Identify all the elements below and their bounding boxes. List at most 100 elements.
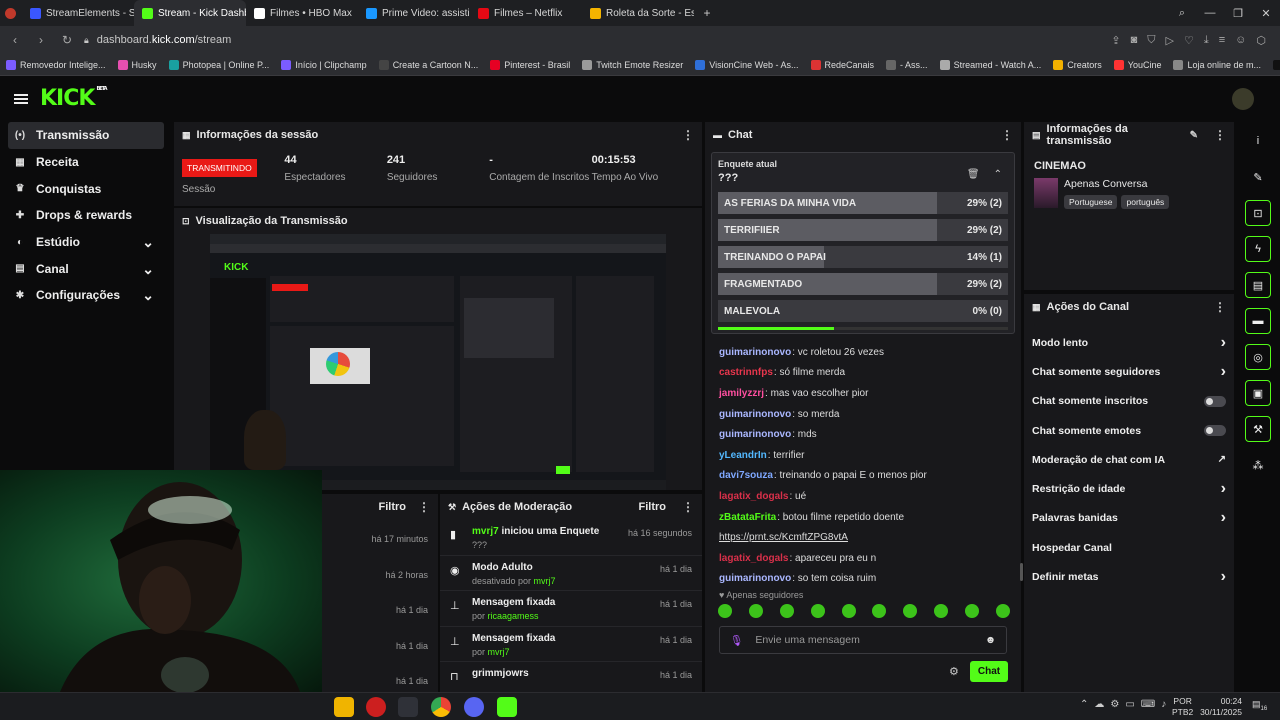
language-indicator[interactable]: POR PTB2: [1172, 696, 1193, 718]
maximize-button[interactable]: ❐: [1224, 0, 1252, 26]
chat-scrollbar[interactable]: [1020, 563, 1023, 581]
chat-send-button[interactable]: Chat: [970, 661, 1008, 682]
download-icon[interactable]: ⤓: [1204, 34, 1209, 47]
sidebar-item[interactable]: ▦ Receita: [0, 149, 164, 176]
reload-button[interactable]: ↻: [58, 33, 76, 47]
play-icon[interactable]: ▷: [1166, 34, 1174, 47]
collapse-poll-icon[interactable]: ⌃: [994, 169, 1002, 180]
share-page-icon[interactable]: ⇪: [1111, 34, 1120, 47]
capcut-icon[interactable]: [398, 697, 418, 717]
discord-icon[interactable]: [464, 697, 484, 717]
browser-tab[interactable]: StreamElements - Son: [22, 0, 134, 26]
broadcast-icon[interactable]: ◎: [1245, 344, 1271, 370]
edit-icon[interactable]: ✎: [1190, 130, 1198, 141]
microphone-icon[interactable]: 🎙︎: [730, 634, 743, 647]
document-icon[interactable]: ▤: [1245, 272, 1271, 298]
back-button[interactable]: ‹: [6, 33, 24, 47]
hamburger-menu-icon[interactable]: [14, 94, 28, 104]
channel-action-item[interactable]: Chat somente inscritos: [1024, 387, 1234, 416]
session-menu-icon[interactable]: ⋮: [682, 128, 694, 142]
sidebar-item[interactable]: ✚ Drops & rewards: [0, 202, 164, 229]
forward-button[interactable]: ›: [32, 33, 50, 47]
user-avatar[interactable]: [1232, 88, 1254, 110]
system-tray-icons[interactable]: ⌃☁⚙▭⌨♪: [1080, 699, 1172, 710]
new-tab-button[interactable]: +: [700, 6, 714, 20]
chrome-icon[interactable]: [431, 697, 451, 717]
emote-icon[interactable]: [718, 604, 732, 618]
chat-username[interactable]: jamilyzzrj: [719, 388, 764, 399]
sidebar-item[interactable]: (•) Transmissão: [8, 122, 164, 149]
sidebar-item[interactable]: ◐ Estúdio ⌄: [0, 229, 164, 256]
shield-icon[interactable]: ⛉: [1147, 34, 1155, 47]
emote-icon[interactable]: [810, 604, 825, 618]
bookmark-item[interactable]: Creators: [1053, 59, 1102, 70]
bookmark-item[interactable]: Removedor Intelige...: [6, 59, 106, 70]
chat-username[interactable]: lagatix_dogals: [719, 491, 788, 502]
emote-icon[interactable]: [903, 604, 918, 618]
chat-username[interactable]: zBatataFrita: [719, 512, 776, 523]
bolt-icon[interactable]: ϟ: [1245, 236, 1271, 262]
bookmark-item[interactable]: Início | Clipchamp: [281, 59, 367, 70]
emote-icon[interactable]: [872, 604, 887, 618]
stream-category[interactable]: Apenas Conversa: [1064, 178, 1173, 190]
browser-tab[interactable]: Stream - Kick Dashboard: [134, 0, 246, 26]
moderator-name[interactable]: mvrj7: [472, 526, 499, 537]
channel-action-item[interactable]: Chat somente emotes: [1024, 416, 1234, 445]
stream-info-menu-icon[interactable]: ⋮: [1214, 128, 1226, 142]
emoji-icon[interactable]: ☻: [985, 634, 996, 646]
moderation-filter-button[interactable]: Filtro: [639, 501, 667, 513]
extension-icon[interactable]: ⬡: [1256, 34, 1266, 47]
browser-tab[interactable]: Roleta da Sorte - Escolha: [582, 0, 694, 26]
bookmark-item[interactable]: Pinterest - Brasil: [490, 59, 570, 70]
emote-icon[interactable]: [934, 604, 949, 618]
chat-username[interactable]: guimarinonovo: [719, 573, 791, 584]
close-window-button[interactable]: ✕: [1252, 0, 1280, 26]
notification-center[interactable]: ▤16: [1252, 699, 1267, 712]
browser-tab[interactable]: Filmes – Netflix: [470, 0, 582, 26]
layers-icon[interactable]: ▣: [1245, 380, 1271, 406]
channel-action-item[interactable]: Moderação de chat com IA ↗: [1024, 445, 1234, 474]
channel-action-item[interactable]: Hospedar Canal: [1024, 533, 1234, 562]
modlist-menu-icon[interactable]: ⋮: [418, 500, 430, 514]
sidebar-item[interactable]: ♛ Conquistas: [0, 175, 164, 202]
browser-tab[interactable]: Filmes • HBO Max: [246, 0, 358, 26]
bookmark-item[interactable]: Meu sonho de infân...: [1273, 59, 1280, 70]
toggle-switch[interactable]: [1204, 425, 1226, 437]
wrench-icon[interactable]: ⚒: [1245, 416, 1271, 442]
browser-tab[interactable]: Prime Video: assistir, alug: [358, 0, 470, 26]
bookmark-item[interactable]: Husky: [117, 59, 157, 70]
moderation-row[interactable]: ⊥ Mensagem fixada por mvrj7 há 1 dia: [440, 627, 702, 663]
menu-icon[interactable]: ≡: [1219, 34, 1225, 47]
info-icon[interactable]: i: [1245, 128, 1271, 154]
chat-username[interactable]: guimarinonovo: [719, 409, 791, 420]
file-explorer-icon[interactable]: [334, 697, 354, 717]
kick-app-icon[interactable]: [497, 697, 517, 717]
bookmark-item[interactable]: Photopea | Online P...: [168, 59, 269, 70]
search-tabs-icon[interactable]: ⌕: [1168, 0, 1196, 26]
url-field[interactable]: 🔒︎ dashboard.kick.com/stream: [84, 34, 1103, 46]
stream-tag[interactable]: Portuguese: [1064, 195, 1118, 209]
stream-tag[interactable]: português: [1121, 195, 1170, 209]
chat-username[interactable]: guimarinonovo: [719, 347, 791, 358]
bookmark-item[interactable]: VisionCine Web - As...: [695, 59, 799, 70]
bookmark-item[interactable]: - Ass...: [886, 59, 928, 70]
emote-icon[interactable]: [841, 604, 856, 618]
chat-menu-icon[interactable]: ⋮: [1001, 128, 1013, 142]
delete-poll-icon[interactable]: 🗑︎: [967, 169, 980, 180]
channel-action-item[interactable]: Definir metas ›: [1024, 562, 1234, 591]
moderation-row[interactable]: ▮ mvrj7 iniciou uma Enquete??? há 16 segun…: [440, 520, 702, 556]
channel-action-item[interactable]: Restrição de idade ›: [1024, 474, 1234, 503]
chat-username[interactable]: yLeandrIn: [719, 450, 767, 461]
emote-icon[interactable]: [995, 604, 1010, 618]
minimize-button[interactable]: —: [1196, 0, 1224, 26]
kick-logo[interactable]: KICK BETA: [40, 86, 108, 111]
chat-username[interactable]: davi7souza: [719, 470, 773, 481]
share-icon[interactable]: ⁂: [1245, 452, 1271, 478]
clock[interactable]: 00:24 30/11/2025: [1198, 696, 1242, 718]
camera-icon[interactable]: ◙: [1131, 34, 1138, 47]
edit-icon[interactable]: ✎: [1245, 164, 1271, 190]
channel-action-item[interactable]: Modo lento ›: [1024, 328, 1234, 357]
chat-input[interactable]: 🎙︎ Envie uma mensagem ☻: [719, 626, 1007, 654]
chat-settings-icon[interactable]: ⚙: [949, 665, 959, 678]
browser-menu-button[interactable]: [0, 0, 22, 26]
